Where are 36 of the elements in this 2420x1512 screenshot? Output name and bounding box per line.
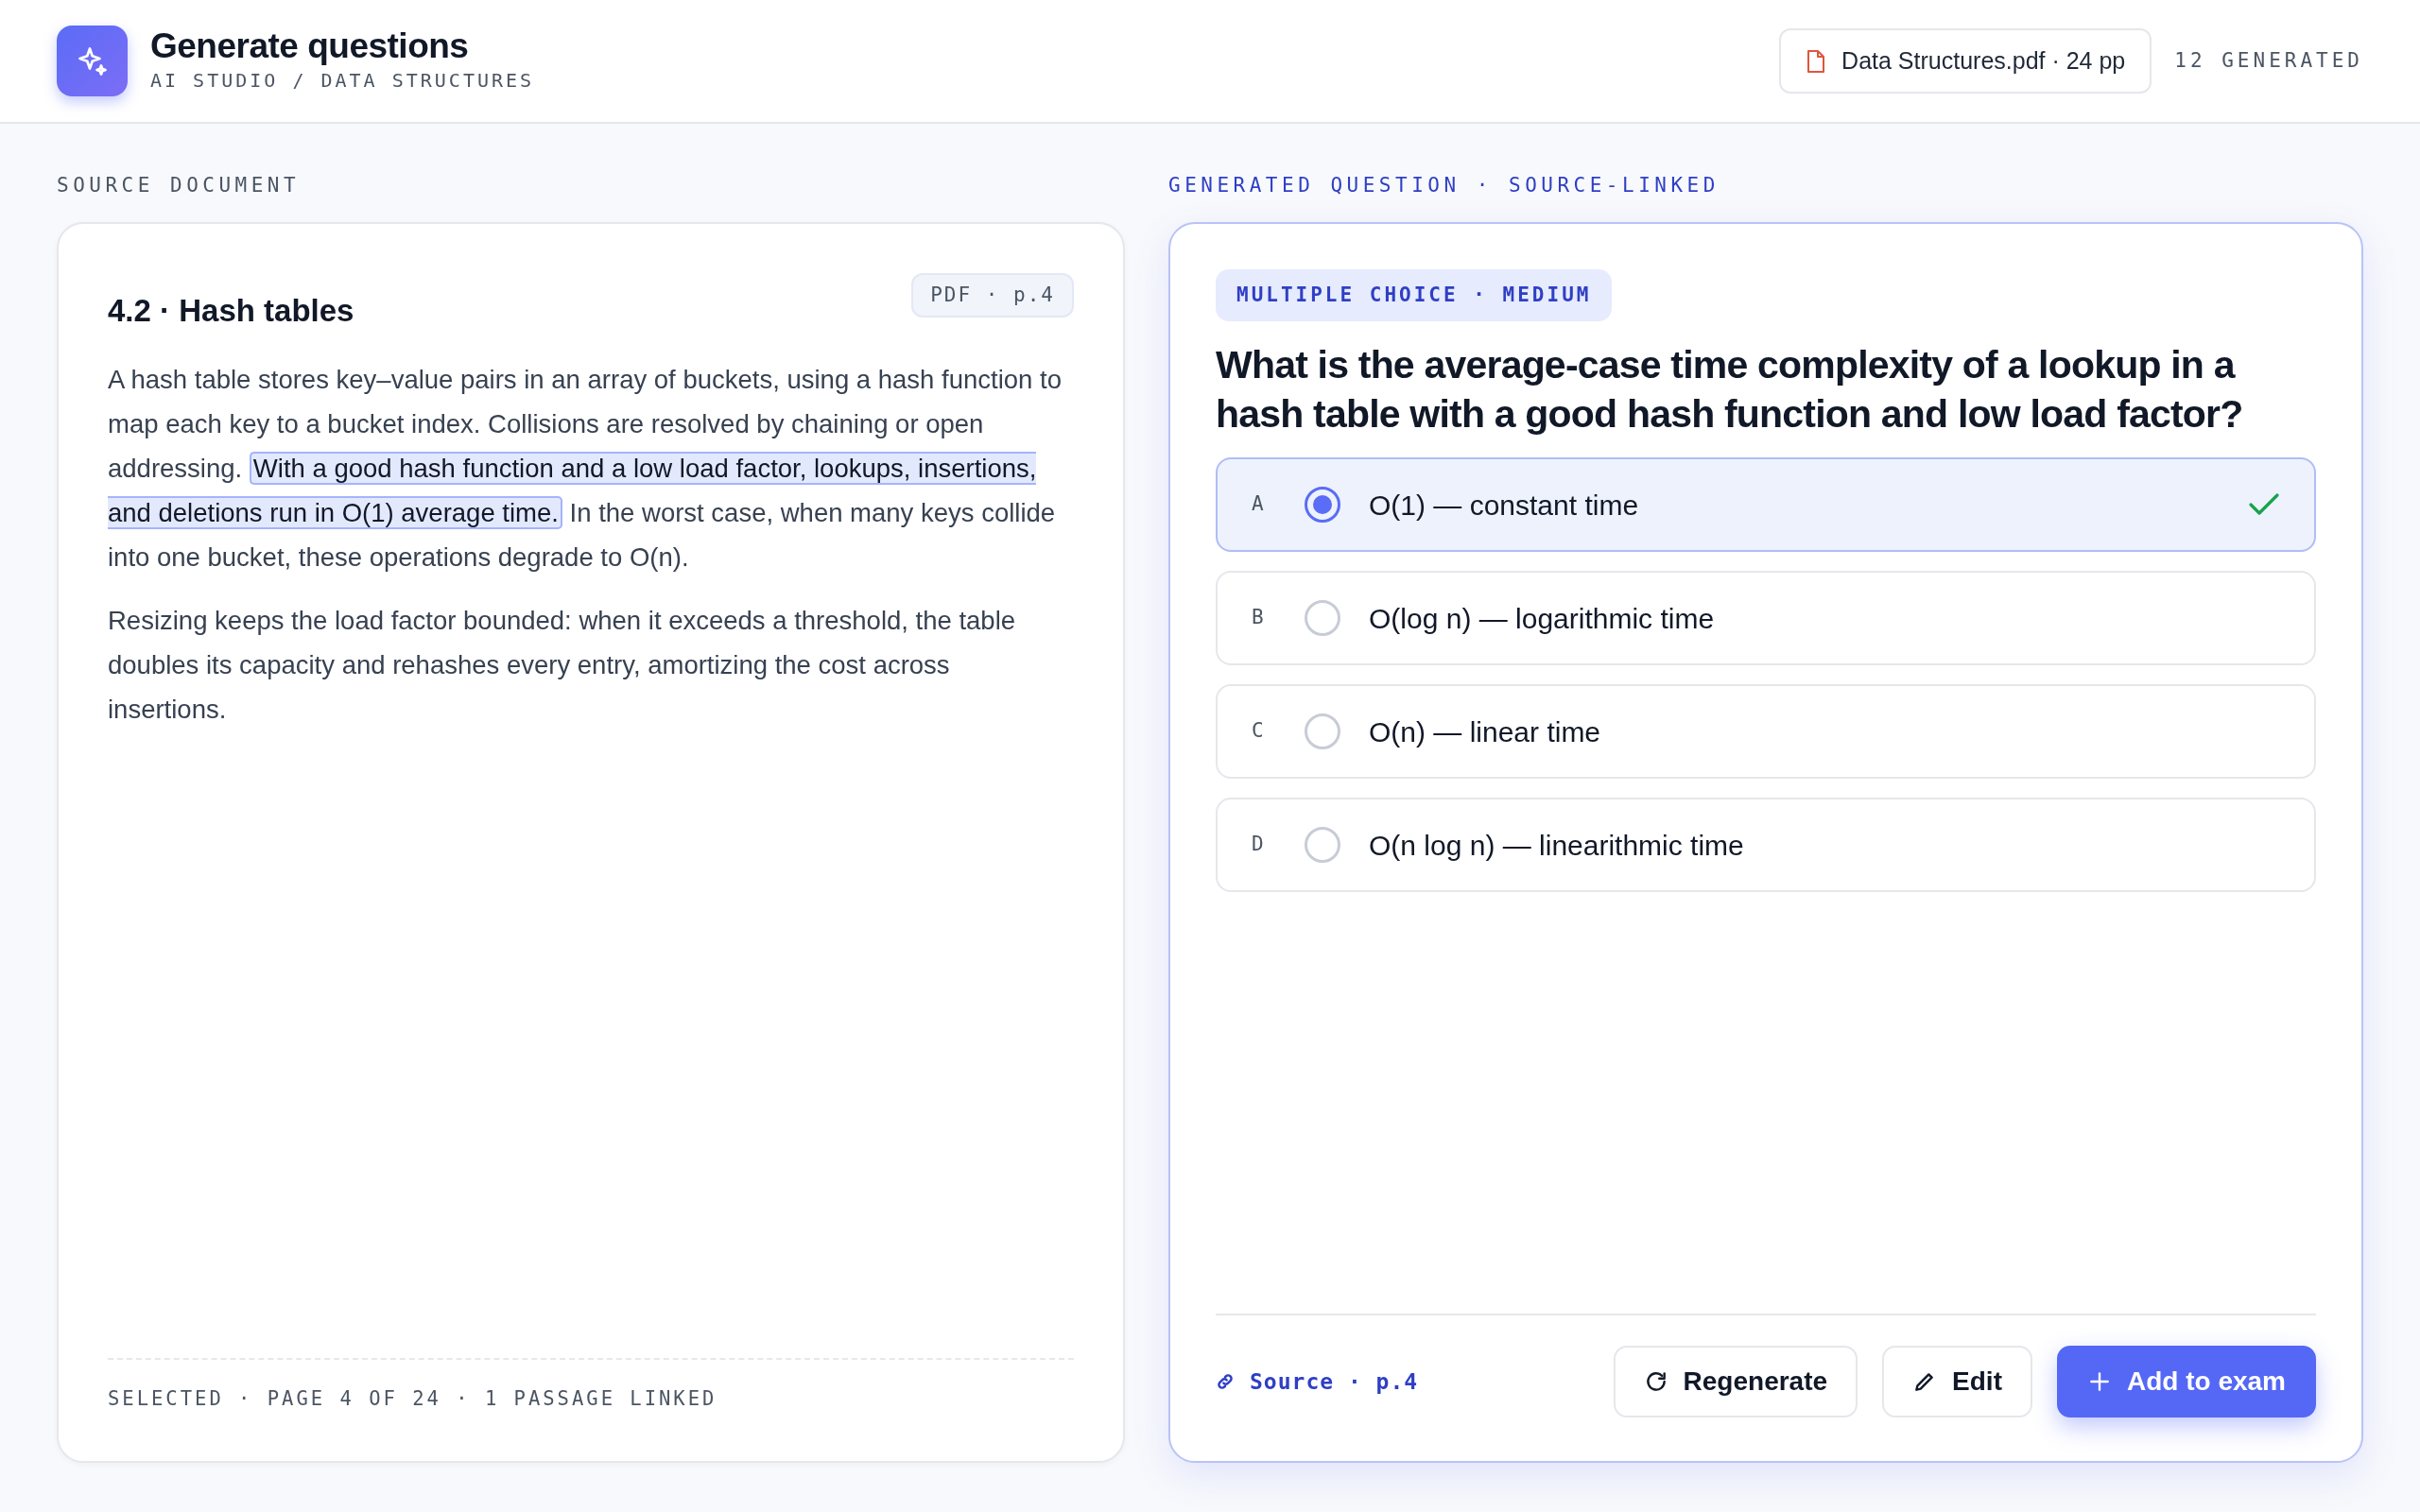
file-icon	[1806, 48, 1827, 74]
answer-option[interactable]: D O(n log n) — linearithmic time	[1216, 798, 2316, 892]
sparkle-icon	[57, 26, 128, 96]
paragraph: A hash table stores key–value pairs in an array of buckets, using a hash function to map each key to a bucket index. Collisions are resolved by chaining or open addressing. With a good hash function and a low load factor, lookups, insertions, and deletions run in O(1) average time. In the worst case, when many keys collide into one bucket, these operations degrade to O(n).	[108, 364, 1063, 575]
status-text: SELECTED · PAGE 4 OF 24 · 1 PASSAGE LINKED	[108, 1358, 1074, 1414]
source-link[interactable]: Source · p.4	[1216, 1365, 1419, 1399]
page-tag: PDF · p.4	[911, 272, 1074, 318]
section-label: SOURCE DOCUMENT	[57, 173, 302, 198]
question-text: What is the average-case time complexity of a lookup in a hash table with a good hash function and low load factor?	[1216, 342, 2244, 438]
generated-count: 12 GENERATED	[2174, 47, 2363, 74]
option-text: O(n log n) — linearithmic time	[1369, 828, 1745, 863]
regenerate-button[interactable]: Regenerate	[1613, 1346, 1858, 1418]
edit-button[interactable]: Edit	[1882, 1346, 2032, 1418]
option-text: O(n) — linear time	[1369, 714, 1602, 749]
option-text: O(log n) — logarithmic time	[1369, 601, 1716, 636]
page-title: Generate questions	[150, 27, 470, 66]
radio-button[interactable]	[1305, 713, 1340, 749]
radio-button[interactable]	[1305, 487, 1340, 523]
add-to-exam-button[interactable]: Add to exam	[2056, 1346, 2316, 1418]
file-chip[interactable]: Data Structures.pdf · 24 pp	[1779, 27, 2152, 94]
answer-option[interactable]: A O(1) — constant time	[1216, 457, 2316, 552]
paragraph: Resizing keeps the load factor bounded: when it exceeds a threshold, the table doubles its capacity and rehashes every entry, amortizing the cost across insertions.	[108, 605, 1017, 727]
link-icon	[1216, 1372, 1235, 1391]
radio-button[interactable]	[1305, 827, 1340, 863]
option-letter: C	[1252, 718, 1265, 745]
option-letter: D	[1252, 832, 1265, 858]
radio-button[interactable]	[1305, 600, 1340, 636]
answer-option[interactable]: C O(n) — linear time	[1216, 684, 2316, 779]
section-label: GENERATED QUESTION · SOURCE-LINKED	[1168, 173, 1720, 198]
breadcrumb: AI STUDIO / DATA STRUCTURES	[150, 67, 535, 94]
question-tag: MULTIPLE CHOICE · MEDIUM	[1216, 268, 1613, 321]
option-text: O(1) — constant time	[1369, 488, 1640, 523]
option-letter: B	[1252, 605, 1265, 631]
option-letter: A	[1252, 491, 1265, 518]
section-heading: 4.2 · Hash tables	[108, 291, 354, 330]
answer-option[interactable]: B O(log n) — logarithmic time	[1216, 571, 2316, 665]
